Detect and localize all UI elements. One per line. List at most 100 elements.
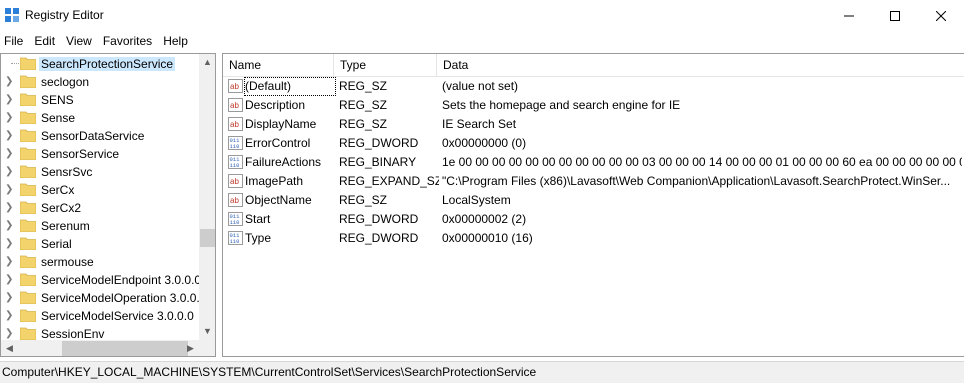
value-row[interactable]: ab ImagePath REG_EXPAND_SZ "C:\Program File… [223, 172, 964, 191]
folder-icon [20, 219, 36, 232]
chevron-right-icon[interactable]: ❯ [5, 94, 13, 105]
chevron-right-icon[interactable]: ❯ [5, 130, 13, 141]
value-row[interactable]: 011 110 FailureActions REG_BINARY 1e 00 00 0… [223, 153, 964, 172]
tree-item-label: SensrSvc [41, 165, 93, 179]
chevron-right-icon[interactable]: ❯ [5, 310, 13, 321]
svg-text:ab: ab [230, 101, 239, 110]
tree-item[interactable]: ❯ SerCx2 [1, 199, 199, 217]
tree-item[interactable]: ❯ sermouse [1, 253, 199, 271]
tree-item[interactable]: ❯ SessionEnv [1, 325, 199, 340]
maximize-button[interactable] [872, 0, 918, 31]
value-row[interactable]: ab Description REG_SZ Sets the homepage and… [223, 96, 964, 115]
tree-horizontal-thumb[interactable] [62, 341, 188, 356]
close-button[interactable] [918, 0, 964, 31]
tree-item[interactable]: ❯ SerCx [1, 181, 199, 199]
value-type: REG_SZ [339, 193, 388, 207]
menu-file[interactable]: File [0, 31, 30, 51]
binary-value-icon: 011110 [228, 136, 243, 150]
chevron-right-icon[interactable]: ❯ [5, 220, 13, 231]
column-data-header[interactable]: Data [437, 54, 964, 76]
chevron-right-icon[interactable]: ❯ [5, 184, 13, 195]
chevron-right-icon[interactable]: ❯ [5, 76, 13, 87]
svg-text:110: 110 [230, 143, 240, 150]
column-type-header[interactable]: Type [334, 54, 437, 76]
tree-item[interactable]: SearchProtectionService [1, 55, 199, 73]
window-title: Registry Editor [25, 8, 104, 22]
status-bar: Computer\HKEY_LOCAL_MACHINE\SYSTEM\Curre… [0, 361, 964, 383]
tree-item[interactable]: ❯ ServiceModelOperation 3.0.0.0 [1, 289, 199, 307]
tree-item-label: ServiceModelEndpoint 3.0.0.0 [41, 273, 199, 287]
tree-item[interactable]: ❯ SensorDataService [1, 127, 199, 145]
tree-item[interactable]: ❯ ServiceModelEndpoint 3.0.0.0 [1, 271, 199, 289]
chevron-right-icon[interactable]: ❯ [5, 256, 13, 267]
scroll-right-icon[interactable]: ▶ [182, 343, 199, 354]
value-data: 0x00000000 (0) [442, 136, 527, 150]
chevron-right-icon[interactable]: ❯ [5, 292, 13, 303]
tree-items: SearchProtectionService ❯ seclogon ❯ SENS ❯ Se… [1, 54, 199, 340]
tree-item[interactable]: ❯ Serenum [1, 217, 199, 235]
value-row[interactable]: 011 110 Start REG_DWORD 0x00000002 (2) [223, 210, 964, 229]
folder-icon [20, 309, 36, 322]
value-type: REG_DWORD [339, 231, 419, 245]
registry-path: Computer\HKEY_LOCAL_MACHINE\SYSTEM\Curre… [2, 365, 537, 379]
chevron-right-icon[interactable]: ❯ [5, 166, 13, 177]
folder-icon [20, 147, 36, 160]
value-type: REG_SZ [339, 98, 388, 112]
svg-text:ab: ab [230, 120, 239, 129]
value-type: REG_SZ [339, 79, 388, 93]
tree-item[interactable]: ❯ Sense [1, 109, 199, 127]
value-name: ImagePath [245, 174, 304, 188]
value-row[interactable]: ab ObjectName REG_SZ LocalSystem [223, 191, 964, 210]
svg-text:110: 110 [230, 162, 240, 169]
tree-vertical-thumb[interactable] [200, 229, 215, 247]
tree-item-label: ServiceModelOperation 3.0.0.0 [41, 291, 199, 305]
svg-text:110: 110 [230, 219, 240, 226]
folder-icon [20, 255, 36, 268]
registry-editor-icon [5, 8, 19, 22]
chevron-right-icon[interactable]: ❯ [5, 202, 13, 213]
tree-item[interactable]: ❯ SensorService [1, 145, 199, 163]
tree-vertical-scrollbar[interactable]: ▲ ▼ [199, 54, 215, 340]
tree-item[interactable]: ❯ SensrSvc [1, 163, 199, 181]
chevron-right-icon[interactable]: ❯ [5, 112, 13, 123]
value-data: 1e 00 00 00 00 00 00 00 00 00 00 00 03 0… [442, 155, 962, 169]
tree-item[interactable]: ❯ Serial [1, 235, 199, 253]
value-row[interactable]: ab (Default) REG_SZ (value not set) [223, 77, 964, 96]
folder-icon [20, 165, 36, 178]
chevron-right-icon[interactable]: ❯ [5, 328, 13, 339]
value-data: LocalSystem [442, 193, 511, 207]
menu-edit[interactable]: Edit [30, 31, 62, 51]
menu-help[interactable]: Help [159, 31, 195, 51]
value-row[interactable]: 011 110 Type REG_DWORD 0x00000010 (16) [223, 229, 964, 248]
tree-item-label: seclogon [41, 75, 90, 89]
value-row[interactable]: 011 110 ErrorControl REG_DWORD 0x00000000 (0… [223, 134, 964, 153]
tree-item-label: SerCx [41, 183, 75, 197]
tree-item[interactable]: ❯ seclogon [1, 73, 199, 91]
tree-item[interactable]: ❯ ServiceModelService 3.0.0.0 [1, 307, 199, 325]
chevron-right-icon[interactable]: ❯ [5, 148, 13, 159]
value-row[interactable]: ab DisplayName REG_SZ IE Search Set [223, 115, 964, 134]
svg-text:ab: ab [230, 82, 239, 91]
menu-view[interactable]: View [62, 31, 99, 51]
value-data: Sets the homepage and search engine for … [442, 98, 681, 112]
menu-favorites[interactable]: Favorites [99, 31, 159, 51]
value-name: DisplayName [245, 117, 317, 131]
chevron-right-icon[interactable]: ❯ [5, 274, 13, 285]
column-name-header[interactable]: Name [223, 54, 334, 76]
values-list[interactable]: Name Type Data ab (Default) REG_SZ (value n… [222, 53, 964, 357]
scroll-up-icon[interactable]: ▲ [199, 57, 215, 67]
string-value-icon: ab [228, 79, 243, 93]
tree-item-label: Serial [41, 237, 72, 251]
scroll-left-icon[interactable]: ◀ [1, 343, 18, 354]
string-value-icon: ab [228, 117, 243, 131]
binary-value-icon: 011110 [228, 212, 243, 226]
tree-item-label: SensorDataService [41, 129, 145, 143]
value-data: 0x00000010 (16) [442, 231, 533, 245]
registry-tree[interactable]: SearchProtectionService ❯ seclogon ❯ SENS ❯ Se… [0, 53, 216, 357]
tree-horizontal-scrollbar[interactable]: ◀ ▶ [1, 340, 199, 356]
folder-icon [20, 237, 36, 250]
minimize-button[interactable] [826, 0, 872, 31]
scroll-down-icon[interactable]: ▼ [199, 326, 215, 336]
tree-item[interactable]: ❯ SENS [1, 91, 199, 109]
chevron-right-icon[interactable]: ❯ [5, 238, 13, 249]
